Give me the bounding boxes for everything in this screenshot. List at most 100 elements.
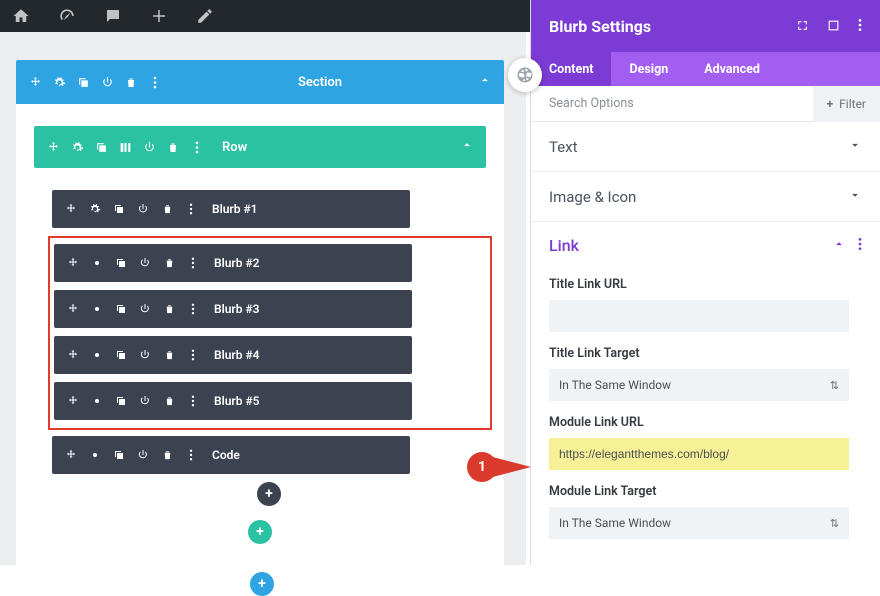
gear-icon[interactable] bbox=[90, 348, 104, 362]
duplicate-icon[interactable] bbox=[114, 256, 128, 270]
gear-icon[interactable] bbox=[90, 256, 104, 270]
dots-icon[interactable] bbox=[186, 348, 200, 362]
trash-icon[interactable] bbox=[162, 348, 176, 362]
trash-icon[interactable] bbox=[160, 202, 174, 216]
dots-icon[interactable] bbox=[184, 202, 198, 216]
module-blurb-5[interactable]: Blurb #5 bbox=[54, 382, 412, 420]
tab-content[interactable]: Content bbox=[531, 52, 611, 86]
title-link-url-input[interactable] bbox=[549, 300, 849, 332]
comment-icon[interactable] bbox=[94, 0, 132, 32]
snap-icon[interactable] bbox=[796, 17, 809, 36]
wireframe-pane: Section Row bbox=[0, 32, 526, 565]
dots-icon[interactable] bbox=[186, 394, 200, 408]
link-header[interactable]: Link bbox=[549, 236, 862, 263]
dots-icon[interactable] bbox=[148, 75, 162, 89]
gear-icon[interactable] bbox=[88, 448, 102, 462]
updown-icon: ⇅ bbox=[830, 379, 839, 392]
panel-tabs: Content Design Advanced bbox=[531, 52, 880, 86]
globe-button[interactable] bbox=[508, 58, 542, 92]
power-icon[interactable] bbox=[136, 448, 150, 462]
pencil-icon[interactable] bbox=[186, 0, 224, 32]
dots-icon[interactable] bbox=[858, 236, 862, 255]
move-icon[interactable] bbox=[28, 75, 42, 89]
trash-icon[interactable] bbox=[162, 256, 176, 270]
dots-icon[interactable] bbox=[184, 448, 198, 462]
expand-icon[interactable] bbox=[827, 17, 840, 36]
move-icon[interactable] bbox=[66, 348, 80, 362]
home-icon[interactable] bbox=[2, 0, 40, 32]
module-label: Blurb #2 bbox=[214, 256, 400, 270]
power-icon[interactable] bbox=[142, 140, 156, 154]
title-link-target-select[interactable]: In The Same Window ⇅ bbox=[549, 369, 849, 401]
filter-button[interactable]: + Filter bbox=[813, 86, 880, 122]
duplicate-icon[interactable] bbox=[114, 394, 128, 408]
move-icon[interactable] bbox=[66, 302, 80, 316]
chevron-up-icon bbox=[832, 236, 846, 255]
dots-icon[interactable] bbox=[186, 256, 200, 270]
duplicate-icon[interactable] bbox=[114, 302, 128, 316]
dots-icon[interactable] bbox=[190, 140, 204, 154]
tab-advanced[interactable]: Advanced bbox=[686, 52, 778, 86]
section-bar[interactable]: Section bbox=[16, 60, 504, 104]
plus-icon[interactable] bbox=[140, 0, 178, 32]
power-icon[interactable] bbox=[138, 302, 152, 316]
module-link-url-input[interactable] bbox=[549, 438, 849, 470]
chevron-up-icon[interactable] bbox=[460, 138, 474, 156]
duplicate-icon[interactable] bbox=[94, 140, 108, 154]
module-blurb-1[interactable]: Blurb #1 bbox=[52, 190, 410, 228]
dots-icon[interactable] bbox=[186, 302, 200, 316]
gear-icon[interactable] bbox=[90, 394, 104, 408]
row-bar[interactable]: Row bbox=[34, 126, 486, 168]
gear-icon[interactable] bbox=[52, 75, 66, 89]
accordion-image-icon[interactable]: Image & Icon bbox=[531, 172, 880, 222]
module-link-target-select[interactable]: In The Same Window ⇅ bbox=[549, 507, 849, 539]
move-icon[interactable] bbox=[64, 448, 78, 462]
module-label: Blurb #5 bbox=[214, 394, 400, 408]
panel-header: Blurb Settings bbox=[531, 0, 880, 52]
trash-icon[interactable] bbox=[162, 394, 176, 408]
trash-icon[interactable] bbox=[166, 140, 180, 154]
tab-design[interactable]: Design bbox=[611, 52, 686, 86]
panel-title: Blurb Settings bbox=[549, 17, 651, 36]
gear-icon[interactable] bbox=[88, 202, 102, 216]
duplicate-icon[interactable] bbox=[112, 202, 126, 216]
row-body: Blurb #1 Blurb #2 bbox=[34, 168, 486, 520]
chevron-down-icon bbox=[848, 138, 862, 156]
move-icon[interactable] bbox=[66, 256, 80, 270]
move-icon[interactable] bbox=[46, 140, 60, 154]
duplicate-icon[interactable] bbox=[112, 448, 126, 462]
search-input[interactable]: Search Options bbox=[549, 96, 813, 111]
section-body: Row Blurb #1 bbox=[16, 104, 504, 568]
power-icon[interactable] bbox=[100, 75, 114, 89]
power-icon[interactable] bbox=[138, 348, 152, 362]
duplicate-icon[interactable] bbox=[76, 75, 90, 89]
power-icon[interactable] bbox=[138, 394, 152, 408]
add-row-button[interactable]: + bbox=[248, 520, 272, 544]
trash-icon[interactable] bbox=[162, 302, 176, 316]
trash-icon[interactable] bbox=[124, 75, 138, 89]
gear-icon[interactable] bbox=[70, 140, 84, 154]
add-section-button[interactable]: + bbox=[250, 572, 274, 596]
trash-icon[interactable] bbox=[160, 448, 174, 462]
power-icon[interactable] bbox=[136, 202, 150, 216]
columns-icon[interactable] bbox=[118, 140, 132, 154]
module-blurb-3[interactable]: Blurb #3 bbox=[54, 290, 412, 328]
settings-panel: Blurb Settings Content Design Advanced S… bbox=[530, 0, 880, 565]
module-blurb-4[interactable]: Blurb #4 bbox=[54, 336, 412, 374]
chevron-up-icon[interactable] bbox=[478, 73, 492, 91]
add-module-button[interactable]: + bbox=[257, 482, 281, 506]
move-icon[interactable] bbox=[64, 202, 78, 216]
dashboard-icon[interactable] bbox=[48, 0, 86, 32]
gear-icon[interactable] bbox=[90, 302, 104, 316]
duplicate-icon[interactable] bbox=[114, 348, 128, 362]
move-icon[interactable] bbox=[66, 394, 80, 408]
module-blurb-2[interactable]: Blurb #2 bbox=[54, 244, 412, 282]
search-row: Search Options + Filter bbox=[531, 86, 880, 122]
accordion-text[interactable]: Text bbox=[531, 122, 880, 172]
accordion-link: Link Title Link URL Title Link Target In… bbox=[531, 222, 880, 539]
dots-icon[interactable] bbox=[858, 17, 862, 36]
module-code[interactable]: Code bbox=[52, 436, 410, 474]
power-icon[interactable] bbox=[138, 256, 152, 270]
field-title-link-target: Title Link Target In The Same Window ⇅ bbox=[549, 346, 862, 401]
field-module-link-url: Module Link URL bbox=[549, 415, 862, 470]
